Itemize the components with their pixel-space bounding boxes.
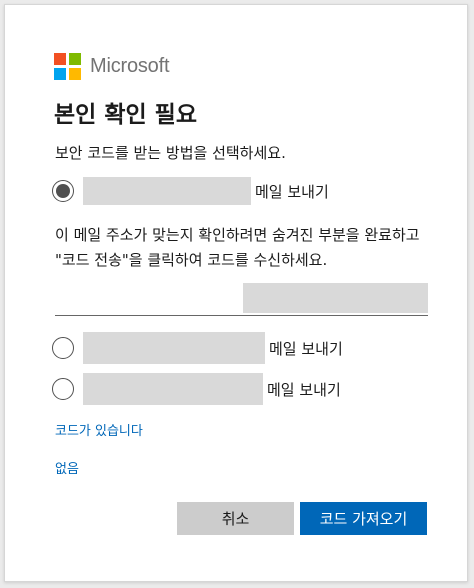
option-label: 메일 보내기 bbox=[267, 380, 341, 399]
page-title: 본인 확인 필요 bbox=[54, 102, 197, 128]
email-completion-field[interactable] bbox=[55, 281, 235, 313]
cancel-button[interactable]: 취소 bbox=[177, 502, 294, 535]
have-code-link[interactable]: 코드가 있습니다 bbox=[55, 420, 143, 439]
radio-button-selected[interactable] bbox=[52, 180, 74, 202]
get-code-button[interactable]: 코드 가져오기 bbox=[300, 502, 427, 535]
redacted-email bbox=[83, 373, 263, 405]
microsoft-logo: Microsoft bbox=[54, 53, 170, 80]
redacted-email-suffix bbox=[243, 283, 428, 313]
hidden-part-input[interactable] bbox=[55, 281, 428, 316]
option-email-2[interactable]: 메일 보내기 bbox=[52, 332, 343, 364]
microsoft-logo-icon bbox=[54, 53, 81, 80]
page-subtitle: 보안 코드를 받는 방법을 선택하세요. bbox=[55, 144, 286, 162]
radio-button[interactable] bbox=[52, 378, 74, 400]
option-email-1[interactable]: 메일 보내기 bbox=[52, 177, 329, 205]
none-link[interactable]: 없음 bbox=[55, 458, 79, 477]
radio-button[interactable] bbox=[52, 337, 74, 359]
redacted-email bbox=[83, 332, 265, 364]
brand-name: Microsoft bbox=[90, 55, 170, 77]
option-email-3[interactable]: 메일 보내기 bbox=[52, 373, 341, 405]
verify-identity-dialog: Microsoft 본인 확인 필요 보안 코드를 받는 방법을 선택하세요. … bbox=[4, 4, 468, 582]
option-label: 메일 보내기 bbox=[269, 339, 343, 358]
option-label: 메일 보내기 bbox=[255, 182, 329, 201]
redacted-email bbox=[83, 177, 251, 205]
instruction-text: 이 메일 주소가 맞는지 확인하려면 숨겨진 부분을 완료하고 "코드 전송"을… bbox=[55, 226, 420, 269]
